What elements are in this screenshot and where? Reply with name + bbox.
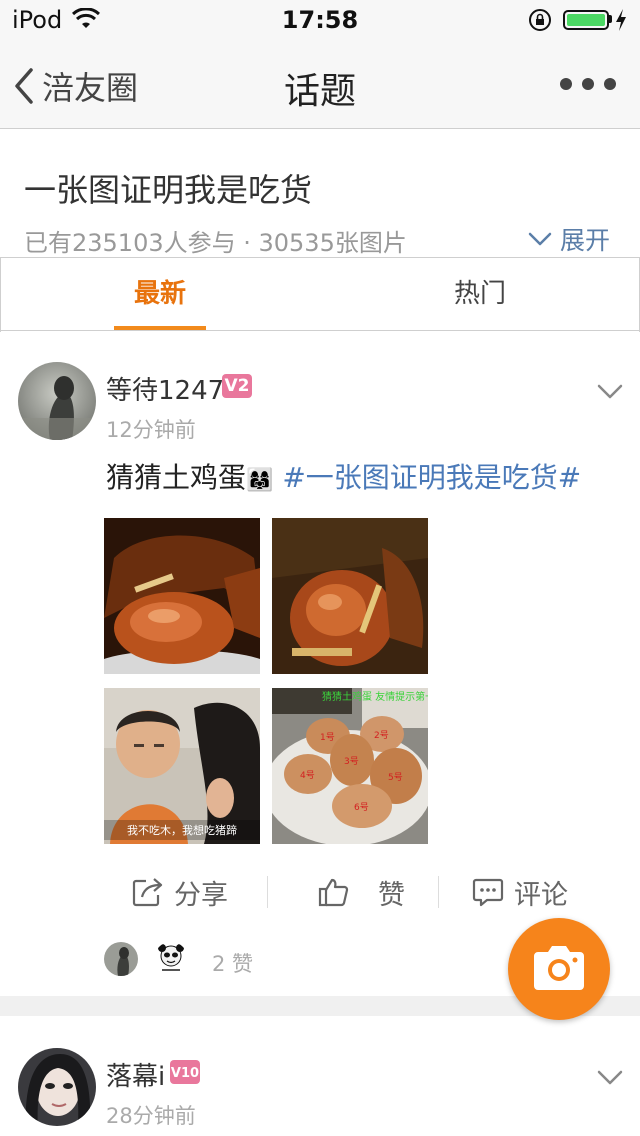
navigation-bar: 涪友圈 话题	[0, 40, 640, 129]
egg-label: 6号	[354, 802, 369, 813]
comment-icon	[472, 878, 504, 907]
meme-image: 我不吃木，我想吃猪蹄	[104, 688, 260, 844]
share-label: 分享	[174, 879, 228, 911]
avatar-image	[18, 1048, 96, 1126]
tab-popular[interactable]: 热门	[320, 258, 640, 330]
like-label: 赞	[378, 879, 405, 911]
username[interactable]: 落幕i	[106, 1056, 165, 1093]
username[interactable]: 等待1247	[106, 370, 224, 407]
more-dot-icon	[560, 78, 572, 90]
share-button[interactable]: 分享	[132, 862, 228, 922]
post-photo[interactable]	[272, 518, 428, 674]
post-menu-chevron-icon[interactable]	[596, 1068, 624, 1088]
more-options-button[interactable]	[560, 72, 616, 96]
thumbs-up-icon	[318, 878, 349, 907]
post-time: 28分钟前	[106, 1104, 196, 1128]
tab-latest[interactable]: 最新	[0, 258, 320, 330]
pork-knuckle-image	[104, 518, 260, 674]
pork-knuckle-image	[272, 518, 428, 674]
topic-header: 一张图证明我是吃货 已有235103人参与 · 30535张图片 展开	[0, 129, 640, 257]
comment-label: 评论	[514, 879, 568, 911]
divider	[438, 876, 439, 908]
comment-button[interactable]: 评论	[472, 862, 568, 922]
battery-tip	[609, 15, 612, 23]
vip-badge: V10	[170, 1060, 200, 1084]
topic-title: 一张图证明我是吃货	[24, 171, 313, 209]
battery-fill	[567, 14, 605, 26]
meme-caption: 我不吃木，我想吃猪蹄	[127, 823, 237, 837]
vip-level: V2	[224, 376, 250, 396]
page-title: 话题	[283, 71, 356, 112]
more-dot-icon	[604, 78, 616, 90]
expand-label: 展开	[560, 226, 611, 255]
emoji: 👩‍👩‍👧	[246, 468, 274, 493]
eggs-image: 猜猜土鸡蛋 友情提示第一个 1号 2号 3号 4号 5号 6号	[272, 688, 428, 844]
egg-label: 5号	[388, 772, 403, 783]
camera-icon	[534, 946, 584, 990]
camera-button[interactable]	[508, 918, 610, 1020]
panda-meme-avatar	[154, 942, 188, 976]
post-body: 猜猜土鸡蛋	[106, 461, 247, 494]
egg-label: 2号	[374, 730, 389, 741]
liker-avatar[interactable]	[104, 942, 138, 976]
chevron-down-icon	[528, 232, 552, 246]
feed-post: 等待1247 V2 12分钟前 猜猜土鸡蛋👩‍👩‍👧 #一张图证明我是吃货#	[0, 332, 640, 996]
post-photo[interactable]: 猜猜土鸡蛋 友情提示第一个 1号 2号 3号 4号 5号 6号	[272, 688, 428, 844]
active-tab-indicator	[114, 326, 206, 330]
post-menu-chevron-icon[interactable]	[596, 382, 624, 402]
post-photo[interactable]	[104, 518, 260, 674]
orientation-lock-icon	[529, 9, 551, 31]
post-actions: 分享 赞 评论	[0, 862, 640, 922]
egg-label: 3号	[344, 756, 359, 767]
status-bar: iPod 17:58	[0, 0, 640, 40]
like-button[interactable]: 赞	[318, 862, 405, 922]
divider	[267, 876, 268, 908]
egg-label: 1号	[320, 732, 335, 743]
battery-icon	[563, 10, 609, 30]
avatar-image	[18, 362, 96, 440]
post-time: 12分钟前	[106, 418, 196, 442]
topic-stats: 已有235103人参与 · 30535张图片	[24, 229, 407, 257]
post-photo[interactable]: 我不吃木，我想吃猪蹄	[104, 688, 260, 844]
avatar[interactable]	[18, 362, 96, 440]
like-count: 2 赞	[212, 952, 254, 976]
post-text: 猜猜土鸡蛋👩‍👩‍👧 #一张图证明我是吃货#	[106, 456, 581, 496]
expand-button[interactable]: 展开	[528, 221, 610, 257]
tab-bar: 最新 热门	[0, 257, 640, 332]
more-dot-icon	[582, 78, 594, 90]
vip-badge: V2	[222, 374, 252, 398]
liker-avatar[interactable]	[154, 942, 188, 976]
vip-level: V10	[170, 1066, 200, 1081]
avatar-image	[104, 942, 138, 976]
avatar[interactable]	[18, 1048, 96, 1126]
eggs-caption: 猜猜土鸡蛋 友情提示第一个	[322, 690, 428, 703]
charging-bolt-icon	[616, 9, 626, 31]
hashtag-link[interactable]: #一张图证明我是吃货#	[282, 461, 581, 494]
egg-label: 4号	[300, 770, 315, 781]
feed-post: 落幕i V10 28分钟前	[0, 1016, 640, 1136]
share-icon	[132, 878, 163, 907]
